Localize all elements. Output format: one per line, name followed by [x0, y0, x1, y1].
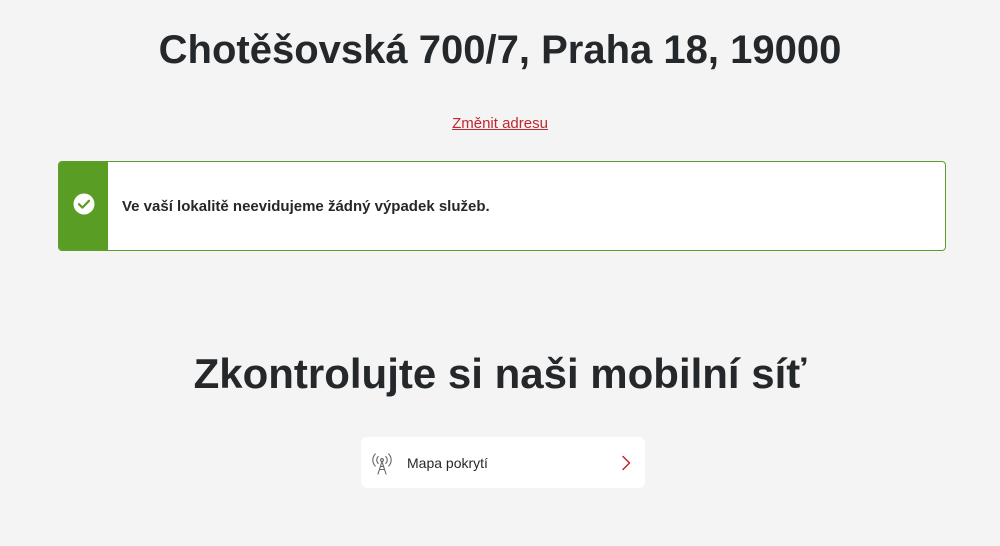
chevron-right-icon: [619, 454, 633, 472]
status-strip: [59, 162, 108, 250]
antenna-icon: [369, 450, 395, 476]
service-status-box: Ve vaší lokalitě neevidujeme žádný výpad…: [58, 161, 946, 251]
page: Chotěšovská 700/7, Praha 18, 19000 Změni…: [0, 0, 1000, 546]
address-title: Chotěšovská 700/7, Praha 18, 19000: [158, 28, 842, 72]
checkmark-circle-icon: [73, 193, 95, 220]
coverage-map-label: Mapa pokrytí: [407, 454, 488, 471]
status-message: Ve vaší lokalitě neevidujeme žádný výpad…: [122, 197, 490, 215]
change-address-link-wrapper: Změnit adresu: [0, 114, 1000, 134]
coverage-map-button[interactable]: Mapa pokrytí: [361, 437, 645, 488]
change-address-link[interactable]: Změnit adresu: [452, 115, 548, 132]
mobile-network-heading: Zkontrolujte si naši mobilní síť: [193, 350, 807, 397]
